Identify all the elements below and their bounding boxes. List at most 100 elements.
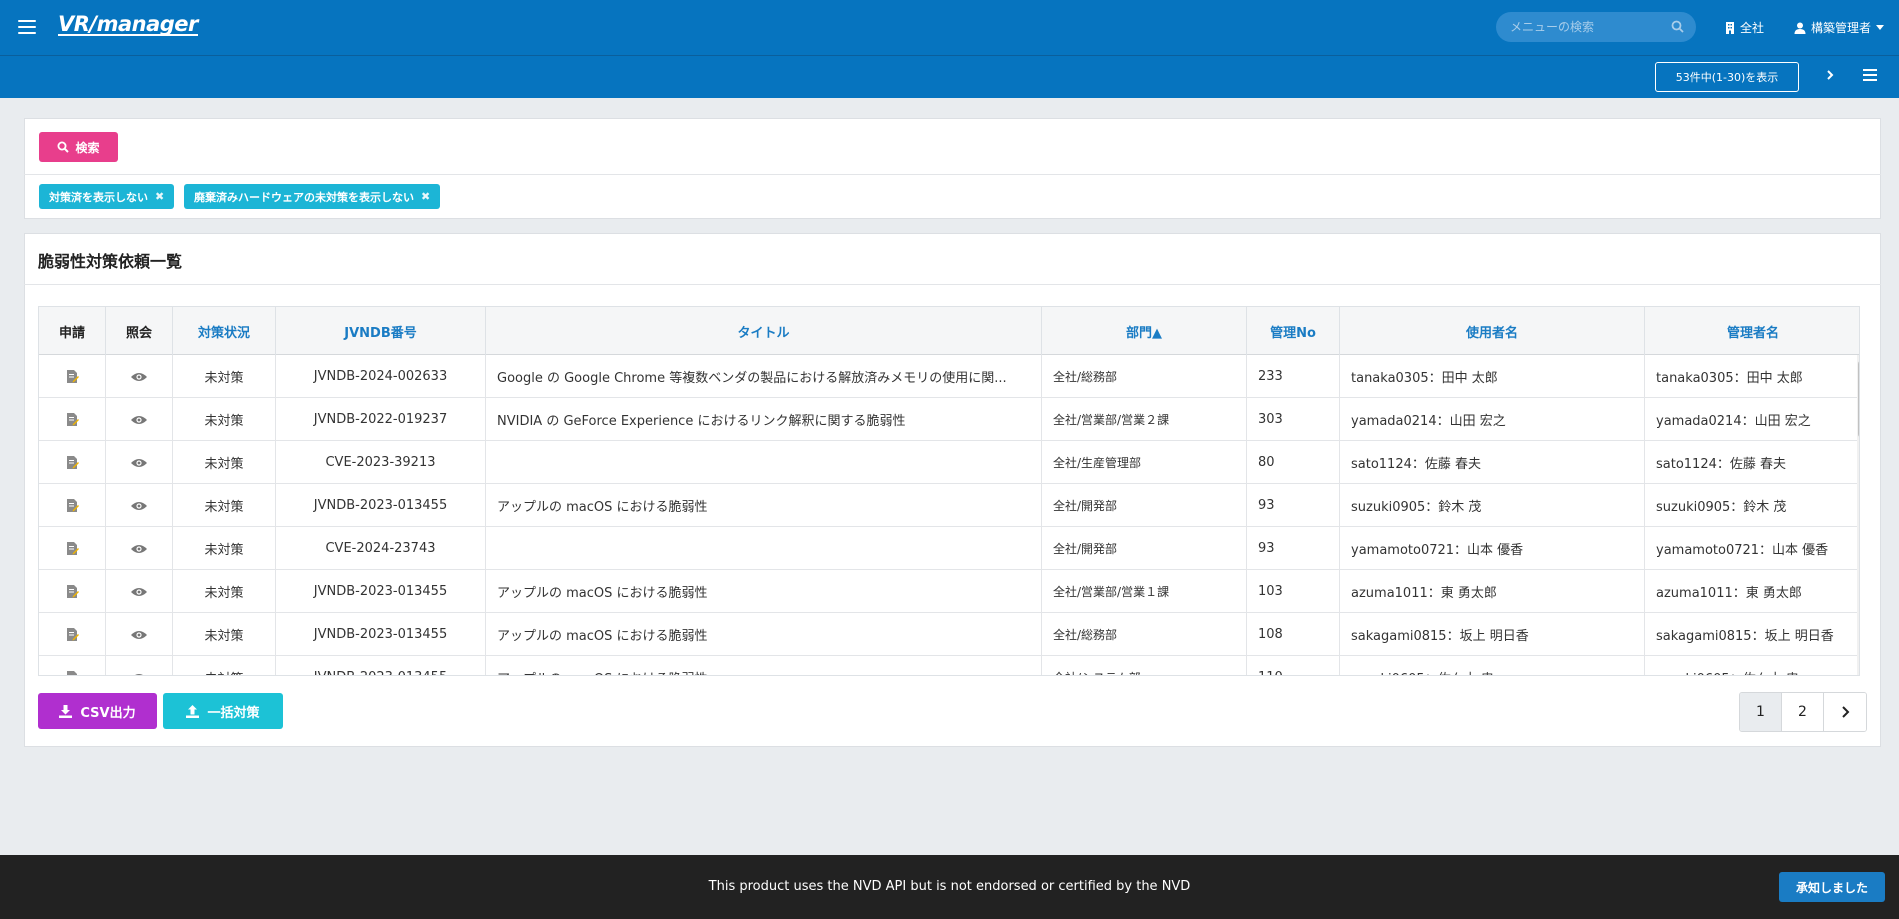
table-row: 未対策 CVE-2023-39213 全社/生産管理部 80 sato1124：佐藤 春… [39,441,1859,484]
cell-admin: sato1124：佐藤 春夫 [1656,457,1787,472]
col-jvndb[interactable]: JVNDB番号 [276,307,486,355]
nvd-notice-banner: This product uses the NVD API but is not… [0,855,1899,919]
eye-icon[interactable] [106,484,173,527]
apply-icon[interactable] [39,441,106,484]
apply-icon[interactable] [39,570,106,613]
cell-user: tanaka0305：田中 太郎 [1340,355,1645,398]
cell-dept: 全社/総務部 [1042,355,1247,398]
apply-icon[interactable] [39,613,106,656]
cell-user: sato1124：佐藤 春夫 [1340,441,1645,484]
col-status[interactable]: 対策状況 [173,307,276,355]
col-mgmt-no[interactable]: 管理No [1247,307,1340,355]
table-scrollbar[interactable] [1857,355,1859,675]
cell-user: azuma1011：東 勇太郎 [1340,570,1645,613]
page-2-button[interactable]: 2 [1782,693,1824,731]
cell-status: 未対策 [173,355,276,398]
apply-icon[interactable] [39,527,106,570]
table-row: 未対策JVNDB-2023-013455アップルの macOS における脆弱性全… [39,570,1859,613]
cell-title: アップルの macOS における脆弱性 [486,656,1042,675]
csv-export-label: CSV出力 [80,705,136,721]
search-button-label: 検索 [75,140,100,155]
search-button[interactable]: 検索 [39,132,118,162]
cell-jvndb: JVNDB-2023-013455 [276,570,486,613]
cell-user: yamamoto0721：山本 優香 [1340,527,1645,570]
csv-export-button[interactable]: CSV出力 [38,693,157,729]
top-navbar: VR/manager 全社 構築管理者 [0,0,1899,56]
bulk-resolve-label: 一括対策 [207,705,260,721]
list-menu-icon[interactable] [1863,69,1877,85]
col-dept[interactable]: 部門▲ [1042,307,1247,355]
cell-dept: 全社/開発部 [1042,484,1247,527]
building-icon [1726,21,1734,34]
user-menu[interactable]: 構築管理者 [1794,19,1885,36]
cell-mgmt-no: 110 [1247,656,1340,675]
cell-admin: azuma1011：東 勇太郎 [1656,586,1802,601]
cell-mgmt-no: 108 [1247,613,1340,656]
col-apply: 申請 [39,307,106,355]
cell-dept: 全社/生産管理部 [1042,441,1247,484]
chevron-right-icon [1841,706,1849,718]
hamburger-menu-icon[interactable] [18,20,36,34]
record-count-button[interactable]: 53件中(1-30)を表示 [1655,62,1799,92]
eye-icon[interactable] [106,613,173,656]
table-row: 未対策 CVE-2024-23743 全社/開発部 93 yamamoto0721：山本… [39,527,1859,570]
filter-tag-hide-resolved[interactable]: 対策済を表示しない ✖ [39,184,175,209]
eye-icon[interactable] [106,441,173,484]
cell-user: sakagami0815：坂上 明日香 [1340,613,1645,656]
apply-icon[interactable] [39,656,106,675]
apply-icon[interactable] [39,398,106,441]
table-row: 未対策JVNDB-2023-013455アップルの macOS における脆弱性全… [39,484,1859,527]
divider [24,174,1881,175]
cell-jvndb: CVE-2023-39213 [276,441,486,484]
app-logo[interactable]: VR/manager [58,12,198,36]
cell-dept: 全社/総務部 [1042,613,1247,656]
next-page-button[interactable] [1824,693,1866,731]
col-user[interactable]: 使用者名 [1340,307,1645,355]
cell-status: 未対策 [173,656,276,675]
remove-tag-icon[interactable]: ✖ [155,190,164,203]
user-icon [1794,22,1806,34]
cell-dept: 全社/営業部/営業２課 [1042,398,1247,441]
cell-jvndb: CVE-2024-23743 [276,527,486,570]
cell-status: 未対策 [173,484,276,527]
cell-title: アップルの macOS における脆弱性 [486,570,1042,613]
eye-icon[interactable] [106,656,173,675]
cell-jvndb: JVNDB-2024-002633 [276,355,486,398]
filter-tag-hide-disposed[interactable]: 廃棄済みハードウェアの未対策を表示しない ✖ [184,184,441,209]
eye-icon[interactable] [106,355,173,398]
cell-admin: yamamoto0721：山本 優香 [1656,543,1829,558]
cell-title: アップルの macOS における脆弱性 [486,484,1042,527]
cell-status: 未対策 [173,613,276,656]
accept-button[interactable]: 承知しました [1779,872,1885,902]
cell-status: 未対策 [173,398,276,441]
cell-dept: 全社/システム部 [1042,656,1247,675]
chevron-right-icon[interactable] [1826,68,1834,86]
apply-icon[interactable] [39,484,106,527]
download-icon [59,704,73,718]
vulnerability-table: 申請 照会 対策状況 JVNDB番号 タイトル 部門▲ 管理No 使用者名 管理… [38,306,1860,676]
cell-dept: 全社/開発部 [1042,527,1247,570]
eye-icon[interactable] [106,398,173,441]
cell-status: 未対策 [173,441,276,484]
cell-user: yamada0214：山田 宏之 [1340,398,1645,441]
col-title[interactable]: タイトル [486,307,1042,355]
sub-toolbar [0,56,1899,98]
cell-mgmt-no: 93 [1247,484,1340,527]
search-icon[interactable] [1671,20,1684,37]
cell-jvndb: JVNDB-2023-013455 [276,656,486,675]
bulk-resolve-button[interactable]: 一括対策 [163,693,283,729]
company-label: 全社 [1740,21,1765,35]
pagination: 1 2 [1739,692,1867,732]
user-label: 構築管理者 [1811,21,1872,35]
page-1-button[interactable]: 1 [1740,693,1782,731]
eye-icon[interactable] [106,570,173,613]
eye-icon[interactable] [106,527,173,570]
cell-jvndb: JVNDB-2023-013455 [276,613,486,656]
menu-search-input[interactable] [1510,12,1670,42]
divider [24,284,1881,285]
remove-tag-icon[interactable]: ✖ [421,190,430,203]
col-admin[interactable]: 管理者名 [1645,307,1859,355]
scrollbar-thumb[interactable] [1858,360,1859,438]
company-switch[interactable]: 全社 [1725,19,1764,36]
apply-icon[interactable] [39,355,106,398]
